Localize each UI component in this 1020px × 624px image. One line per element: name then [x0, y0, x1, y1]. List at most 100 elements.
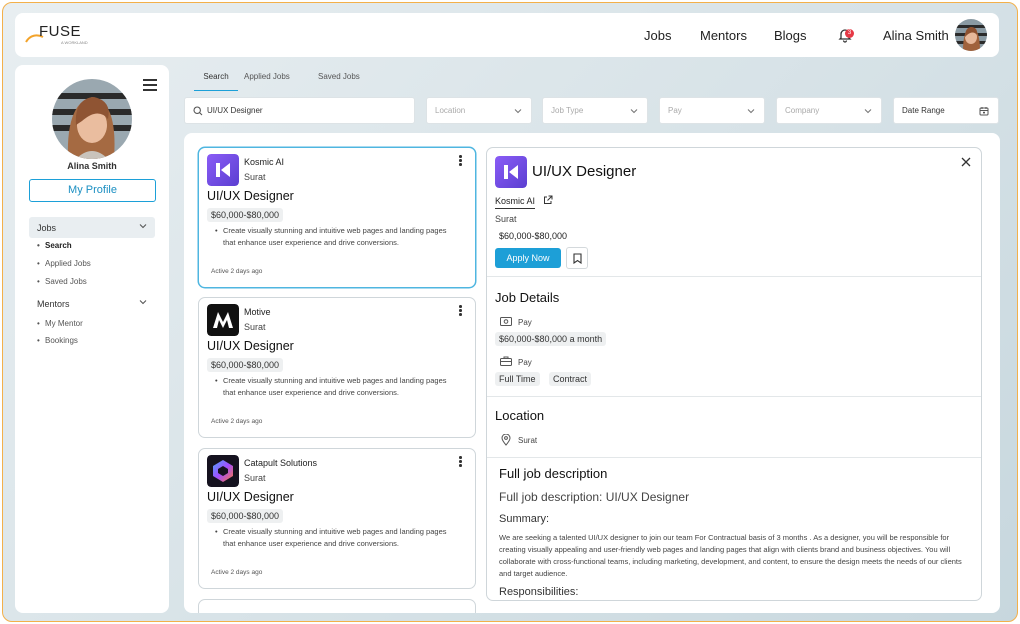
logo-text: FUSE	[39, 23, 82, 40]
job-location: Surat	[244, 473, 266, 483]
tab-search[interactable]: Search	[194, 67, 238, 91]
job-location: Surat	[244, 322, 266, 332]
pay-label: Pay	[518, 318, 532, 327]
sidebar-item-my-mentor[interactable]: My Mentor	[37, 319, 83, 328]
job-details-heading: Job Details	[495, 290, 560, 305]
date-range-placeholder: Date Range	[902, 106, 945, 115]
kosmic-ai-logo	[207, 154, 239, 186]
more-options-icon[interactable]	[459, 305, 463, 317]
sidebar-item-search[interactable]: Search	[37, 241, 72, 250]
job-company: Catapult Solutions	[244, 458, 318, 468]
job-type-select[interactable]: Job Type	[542, 97, 648, 124]
detail-city: Surat	[495, 214, 517, 224]
nav-mentors[interactable]: Mentors	[700, 13, 747, 57]
briefcase-icon	[500, 356, 512, 366]
full-description-heading: Full job description	[499, 466, 608, 481]
external-link-icon[interactable]	[543, 195, 553, 205]
close-icon[interactable]	[961, 157, 971, 167]
search-icon	[193, 106, 203, 116]
job-description: Create visually stunning and intuitive w…	[215, 225, 461, 249]
location-pin-icon	[501, 434, 511, 446]
search-input[interactable]: UI/UX Designer	[184, 97, 415, 124]
tab-saved-jobs[interactable]: Saved Jobs	[318, 67, 360, 91]
header-avatar[interactable]	[955, 19, 987, 51]
tab-applied-jobs[interactable]: Applied Jobs	[244, 67, 290, 91]
chevron-down-icon	[747, 109, 755, 114]
company-placeholder: Company	[785, 106, 820, 115]
divider	[487, 457, 981, 458]
job-salary: $60,000-$80,000	[207, 208, 284, 222]
sidebar-item-applied-jobs[interactable]: Applied Jobs	[37, 259, 91, 268]
header-user-name[interactable]: Alina Smith	[883, 13, 949, 57]
detail-title: UI/UX Designer	[532, 163, 637, 180]
logo-subtext: A WORKLAND	[61, 40, 88, 45]
job-title: UI/UX Designer	[207, 339, 294, 353]
full-description-subheading: Full job description: UI/UX Designer	[499, 490, 690, 504]
job-title: UI/UX Designer	[207, 189, 294, 203]
job-card[interactable]: Kosmic AI Surat UI/UX Designer $60,000-$…	[198, 147, 476, 288]
search-value: UI/UX Designer	[207, 106, 263, 115]
job-type-chip: Contract	[549, 372, 592, 386]
responsibilities-heading: Responsibilities:	[499, 586, 579, 598]
detail-salary: $60,000-$80,000	[499, 231, 568, 241]
job-card[interactable]: Catapult Solutions Surat UI/UX Designer …	[198, 448, 476, 589]
divider	[487, 396, 981, 397]
job-active-time: Active 2 days ago	[211, 268, 263, 275]
sidebar-user-name: Alina Smith	[67, 161, 117, 171]
location-value: Surat	[518, 436, 538, 445]
job-description: Create visually stunning and intuitive w…	[215, 526, 461, 550]
job-salary: $60,000-$80,000	[207, 509, 284, 523]
notification-badge: 3	[845, 29, 854, 38]
calendar-icon	[979, 107, 989, 116]
company-select[interactable]: Company	[776, 97, 882, 124]
sidebar: Alina Smith My Profile Jobs Search Appli…	[15, 65, 169, 613]
more-options-icon[interactable]	[459, 456, 463, 468]
job-description: Create visually stunning and intuitive w…	[215, 375, 461, 399]
kosmic-ai-logo	[495, 156, 527, 188]
pay-select[interactable]: Pay	[659, 97, 765, 124]
sidebar-group-jobs[interactable]: Jobs	[29, 217, 155, 238]
top-bar: FUSE A WORKLAND Jobs Mentors Blogs 3 Ali…	[15, 13, 999, 57]
job-type-chip: Full Time	[495, 372, 540, 386]
fuse-logo[interactable]: FUSE A WORKLAND	[25, 23, 95, 49]
job-company: Motive	[244, 307, 271, 317]
catapult-logo	[207, 455, 239, 487]
job-salary: $60,000-$80,000	[207, 358, 284, 372]
sidebar-group-label: Mentors	[37, 298, 70, 309]
save-job-button[interactable]	[566, 247, 588, 269]
sidebar-group-mentors[interactable]: Mentors	[29, 293, 155, 314]
sidebar-item-bookings[interactable]: Bookings	[37, 336, 78, 345]
job-active-time: Active 2 days ago	[211, 418, 263, 425]
location-select[interactable]: Location	[426, 97, 532, 124]
job-type-label: Pay	[518, 358, 532, 367]
main-panel: Kosmic AI Surat UI/UX Designer $60,000-$…	[184, 133, 1000, 613]
job-card[interactable]: Motive Surat UI/UX Designer $60,000-$80,…	[198, 297, 476, 438]
more-options-icon[interactable]	[459, 155, 463, 167]
job-company: Kosmic AI	[244, 157, 285, 167]
summary-text: We are seeking a talented UI/UX designer…	[499, 533, 962, 578]
nav-jobs[interactable]: Jobs	[644, 13, 671, 57]
detail-company-link[interactable]: Kosmic AI	[495, 196, 536, 209]
job-type-placeholder: Job Type	[551, 106, 584, 115]
date-range-input[interactable]: Date Range	[893, 97, 999, 124]
motive-logo	[207, 304, 239, 336]
job-title: UI/UX Designer	[207, 490, 294, 504]
job-card-partial[interactable]	[198, 599, 476, 613]
sidebar-item-saved-jobs[interactable]: Saved Jobs	[37, 277, 87, 286]
job-location: Surat	[244, 172, 266, 182]
chevron-down-icon	[864, 109, 872, 114]
apply-now-button[interactable]: Apply Now	[495, 248, 561, 268]
menu-icon[interactable]	[143, 79, 157, 91]
pay-chip: $60,000-$80,000 a month	[495, 332, 607, 346]
sidebar-avatar	[52, 79, 132, 159]
my-profile-button[interactable]: My Profile	[29, 179, 156, 202]
app-frame: FUSE A WORKLAND Jobs Mentors Blogs 3 Ali…	[2, 2, 1018, 622]
summary-heading: Summary:	[499, 513, 550, 525]
sidebar-group-label: Jobs	[37, 222, 57, 233]
chevron-down-icon	[514, 109, 522, 114]
chevron-down-icon	[630, 109, 638, 114]
chevron-down-icon	[139, 300, 147, 305]
nav-blogs[interactable]: Blogs	[774, 13, 807, 57]
location-placeholder: Location	[435, 106, 466, 115]
pay-placeholder: Pay	[668, 106, 682, 115]
